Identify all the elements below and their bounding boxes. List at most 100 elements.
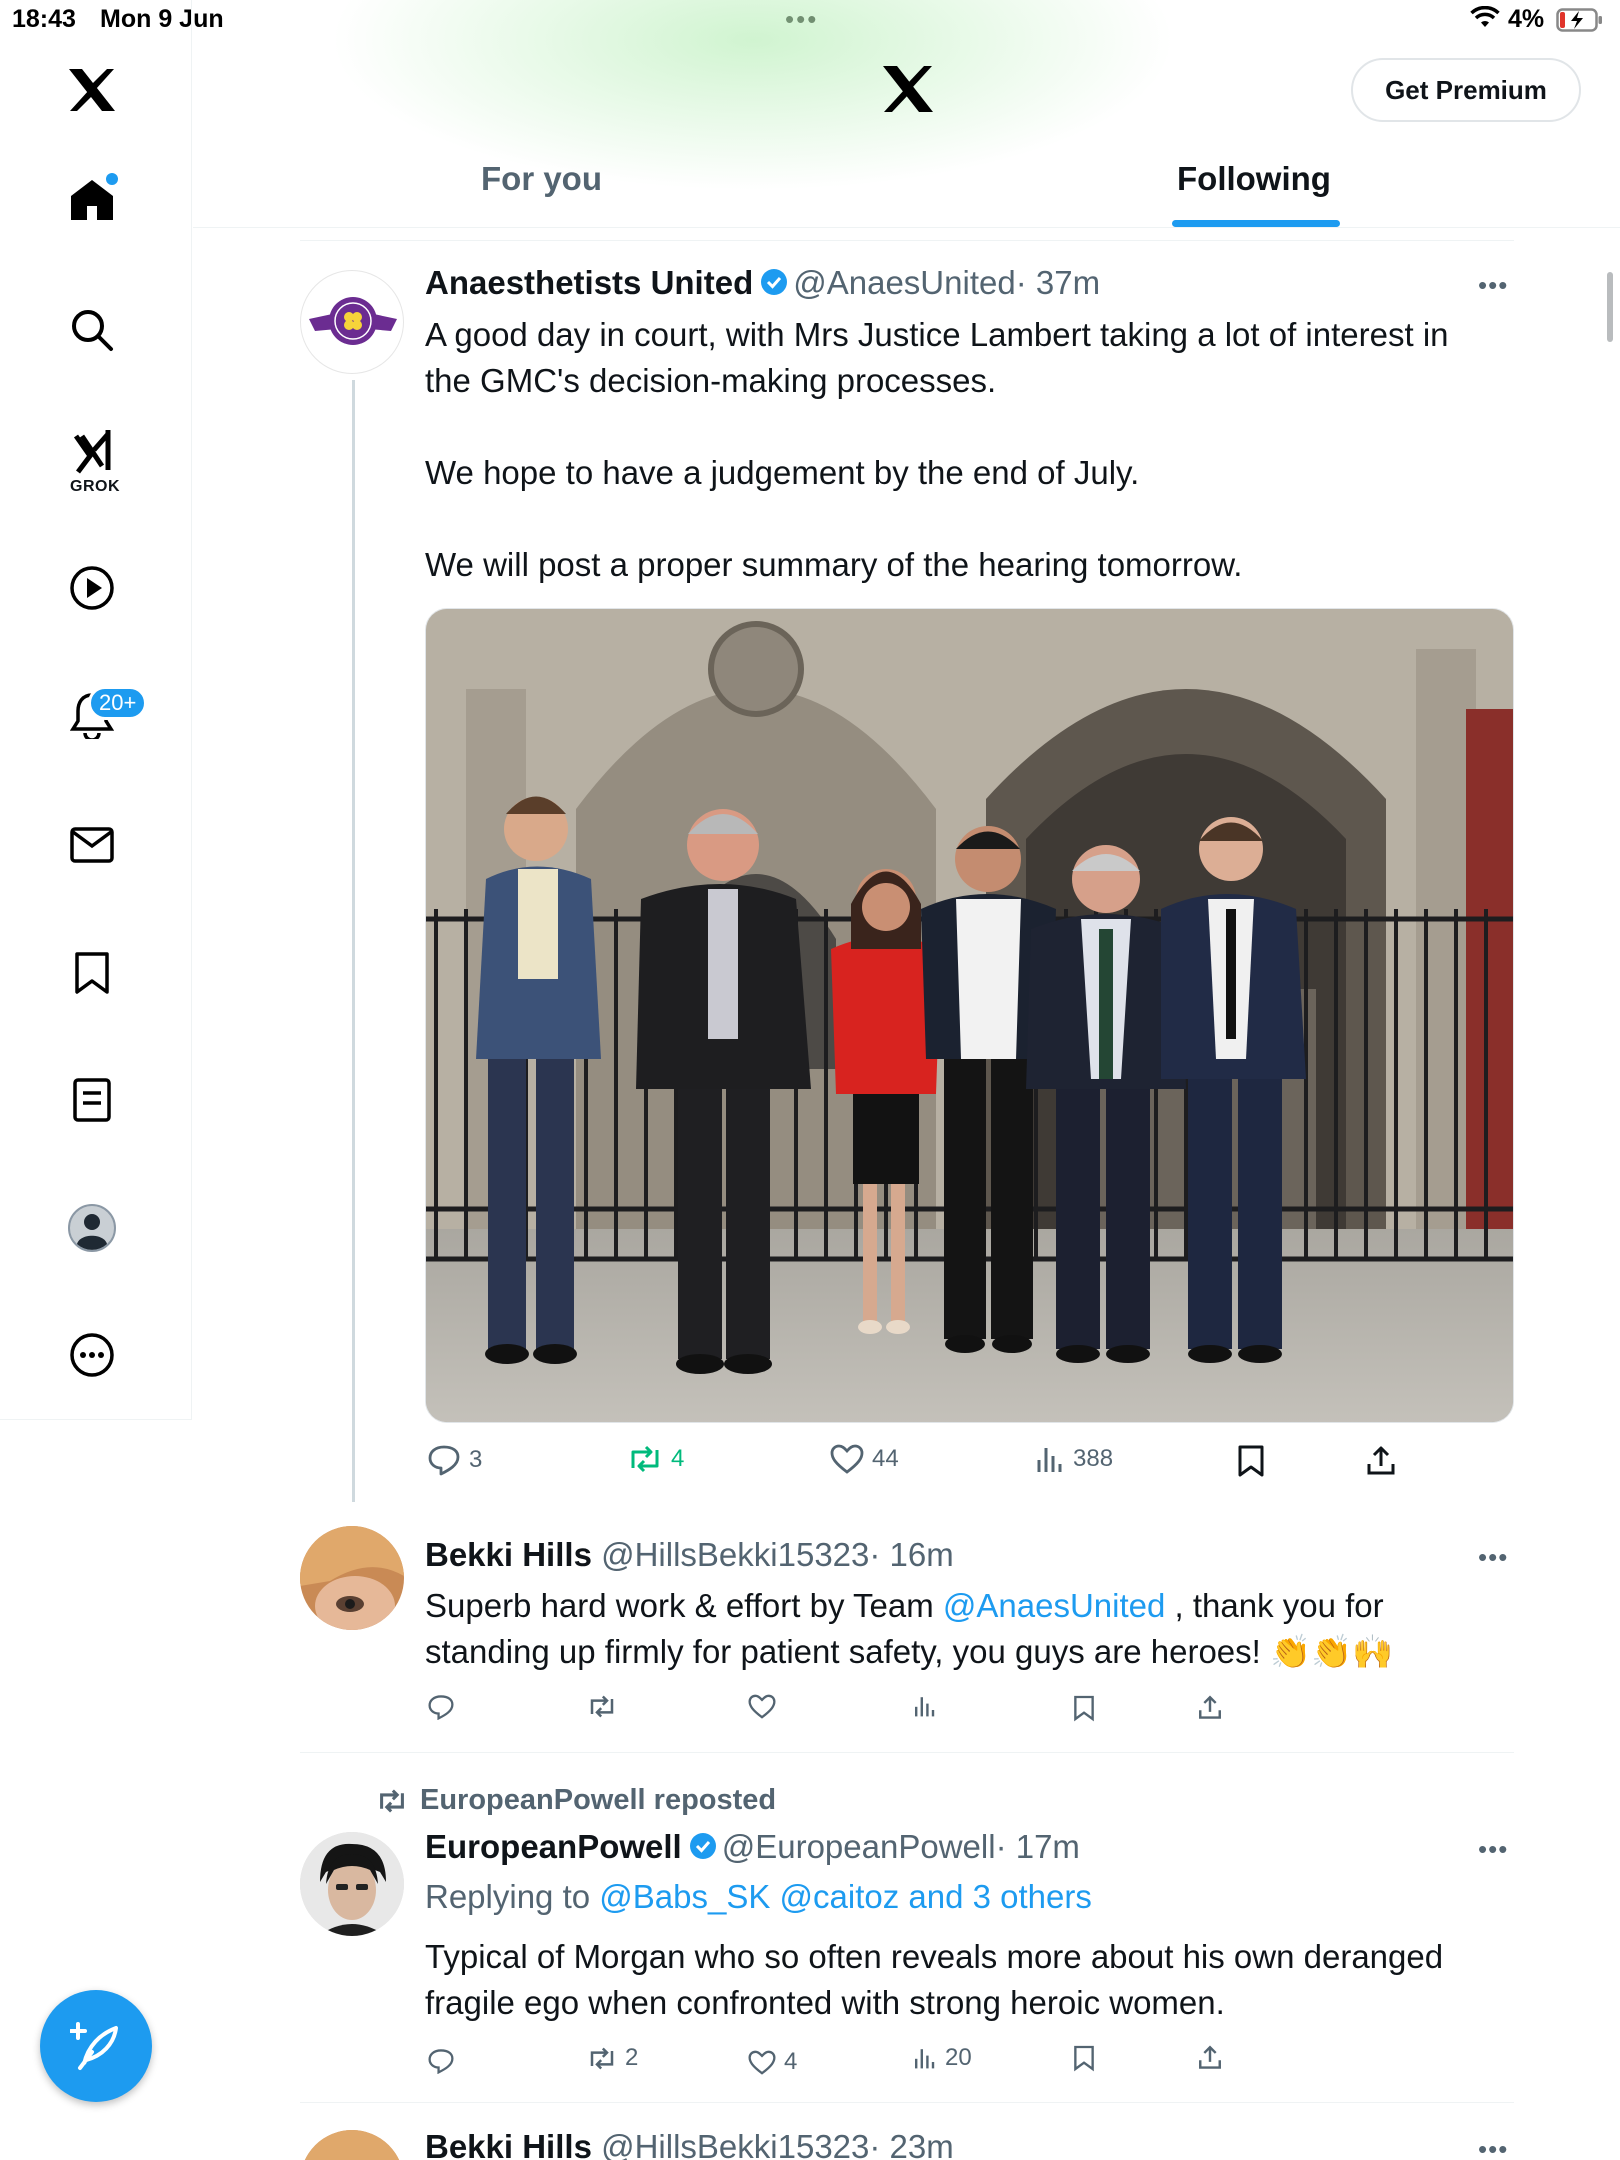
author-name[interactable]: Bekki Hills	[425, 1536, 592, 1573]
tweet-time[interactable]: · 23m	[869, 2128, 953, 2160]
tweet-more-icon[interactable]: •••	[1478, 2134, 1508, 2160]
author-name[interactable]: Bekki Hills	[425, 2128, 592, 2160]
author-handle[interactable]: @EuropeanPowell	[722, 1828, 996, 1865]
replying-to-label: Replying to	[425, 1878, 591, 1915]
tweet-time[interactable]: · 16m	[869, 1536, 953, 1573]
avatar-bekki-hills[interactable]	[300, 1526, 404, 1630]
author-name[interactable]: EuropeanPowell	[425, 1828, 682, 1865]
bookmark-icon	[1074, 2045, 1094, 2072]
avatar-bekki-hills[interactable]	[300, 2130, 404, 2160]
share-icon	[1367, 1446, 1395, 1475]
reply-count: 3	[469, 1446, 483, 1473]
sidebar: GROK 20+	[0, 0, 192, 1420]
reply-icon	[428, 2049, 454, 2074]
notifications-badge: 20+	[88, 686, 148, 720]
replying-to: Replying to @Babs_SK @caitoz and 3 other…	[425, 1878, 1092, 1916]
like-button[interactable]	[748, 1694, 776, 1719]
tweet-time[interactable]: · 17m	[996, 1828, 1080, 1865]
share-button[interactable]	[1365, 1444, 1397, 1476]
tweet-photo[interactable]	[425, 608, 1514, 1423]
tab-following[interactable]: Following	[1177, 160, 1331, 198]
repost-label[interactable]: EuropeanPowell reposted	[420, 1784, 776, 1817]
reply-icon	[428, 1695, 454, 1720]
timeline-header: Get Premium For you Following	[193, 0, 1620, 228]
tweet-header: Bekki Hills @HillsBekki15323· 16m	[425, 1536, 954, 1574]
tweet-more-icon[interactable]: •••	[1478, 1542, 1508, 1573]
repost-count: 4	[671, 1445, 685, 1472]
share-button[interactable]	[1197, 2044, 1223, 2070]
reply-button[interactable]: 3	[427, 1444, 482, 1476]
author-handle[interactable]: @HillsBekki15323	[601, 1536, 869, 1573]
like-count: 4	[784, 2048, 798, 2075]
more-options-icon[interactable]	[42, 1305, 142, 1405]
author-handle[interactable]: @AnaesUnited	[793, 264, 1015, 301]
tweet-text: A good day in court, with Mrs Justice La…	[425, 316, 1449, 583]
bookmarks-icon[interactable]	[42, 923, 142, 1023]
active-tab-indicator	[1172, 220, 1340, 227]
scrollbar[interactable]	[1607, 272, 1613, 342]
like-button[interactable]: 44	[830, 1444, 899, 1474]
repost-button[interactable]	[587, 1694, 617, 1719]
get-premium-button[interactable]: Get Premium	[1351, 58, 1581, 122]
reply-button[interactable]	[427, 2048, 455, 2074]
home-icon[interactable]	[42, 150, 142, 250]
compose-post-button[interactable]	[40, 1990, 152, 2102]
tweet-divider	[300, 1752, 1514, 1753]
repost-button[interactable]: 2	[587, 2044, 638, 2072]
profile-avatar-icon[interactable]	[42, 1178, 142, 1278]
tweet-header: EuropeanPowell @EuropeanPowell· 17m	[425, 1828, 1080, 1866]
repost-context: EuropeanPowell reposted	[376, 1784, 776, 1817]
home-unread-dot	[106, 173, 118, 185]
author-name[interactable]: Anaesthetists United	[425, 264, 753, 301]
tweet-more-icon[interactable]: •••	[1478, 1834, 1508, 1865]
search-icon[interactable]	[42, 280, 142, 380]
views-chart-icon	[915, 1697, 935, 1717]
tweet-actions	[425, 1694, 1514, 1734]
x-header-logo-icon[interactable]	[881, 64, 935, 119]
court-group-photo	[426, 609, 1513, 1422]
tweet-text: Superb hard work & effort by Team @Anaes…	[425, 1583, 1535, 1675]
bookmark-button[interactable]	[1073, 1694, 1095, 1722]
author-handle[interactable]: @HillsBekki15323	[601, 2128, 869, 2160]
avatar-anaesthetists-united[interactable]	[300, 270, 404, 374]
tweet-text-part: Superb hard work & effort by Team	[425, 1587, 943, 1624]
bookmark-button[interactable]	[1237, 1444, 1265, 1478]
like-count: 44	[872, 1445, 899, 1472]
views-button[interactable]: 20	[913, 2044, 972, 2072]
like-button[interactable]: 4	[748, 2048, 797, 2076]
bookmark-icon	[1074, 1695, 1094, 1722]
repost-button[interactable]: 4	[627, 1444, 684, 1474]
bookmark-icon	[1238, 1445, 1264, 1477]
lists-icon[interactable]	[42, 1050, 142, 1150]
feed-top-divider	[300, 240, 1514, 241]
views-chart-icon	[915, 2049, 935, 2069]
views-button[interactable]: 388	[1035, 1444, 1113, 1474]
share-button[interactable]	[1197, 1694, 1223, 1720]
video-icon[interactable]	[42, 538, 142, 638]
tweet-time[interactable]: · 37m	[1016, 264, 1100, 301]
tweet-more-icon[interactable]: •••	[1478, 270, 1508, 301]
views-chart-icon	[1037, 1448, 1062, 1472]
tweet-actions: 3 4 44 388	[425, 1444, 1514, 1484]
grok-label: GROK	[70, 478, 120, 495]
thread-connector	[352, 380, 355, 1502]
tweet-actions: 2 4 20	[425, 2044, 1514, 2084]
messages-icon[interactable]	[42, 795, 142, 895]
mention-link[interactable]: @AnaesUnited	[943, 1587, 1165, 1624]
reply-button[interactable]	[427, 1694, 455, 1720]
tab-for-you[interactable]: For you	[481, 160, 602, 198]
compose-feather-icon	[70, 2022, 118, 2070]
replying-to-mentions[interactable]: @Babs_SK @caitoz and 3 others	[599, 1878, 1092, 1915]
share-icon	[1199, 2045, 1221, 2069]
views-count: 388	[1073, 1445, 1114, 1472]
x-logo-icon[interactable]	[42, 40, 142, 140]
verified-badge-icon	[689, 1833, 716, 1859]
repost-icon	[631, 1445, 659, 1473]
avatar-european-powell[interactable]	[300, 1832, 404, 1936]
bookmark-button[interactable]	[1073, 2044, 1095, 2072]
share-icon	[1199, 1695, 1221, 1719]
views-button[interactable]	[913, 1694, 937, 1718]
views-count: 20	[945, 2044, 972, 2071]
tweet-divider	[300, 2102, 1514, 2103]
like-heart-icon	[748, 1694, 776, 1719]
